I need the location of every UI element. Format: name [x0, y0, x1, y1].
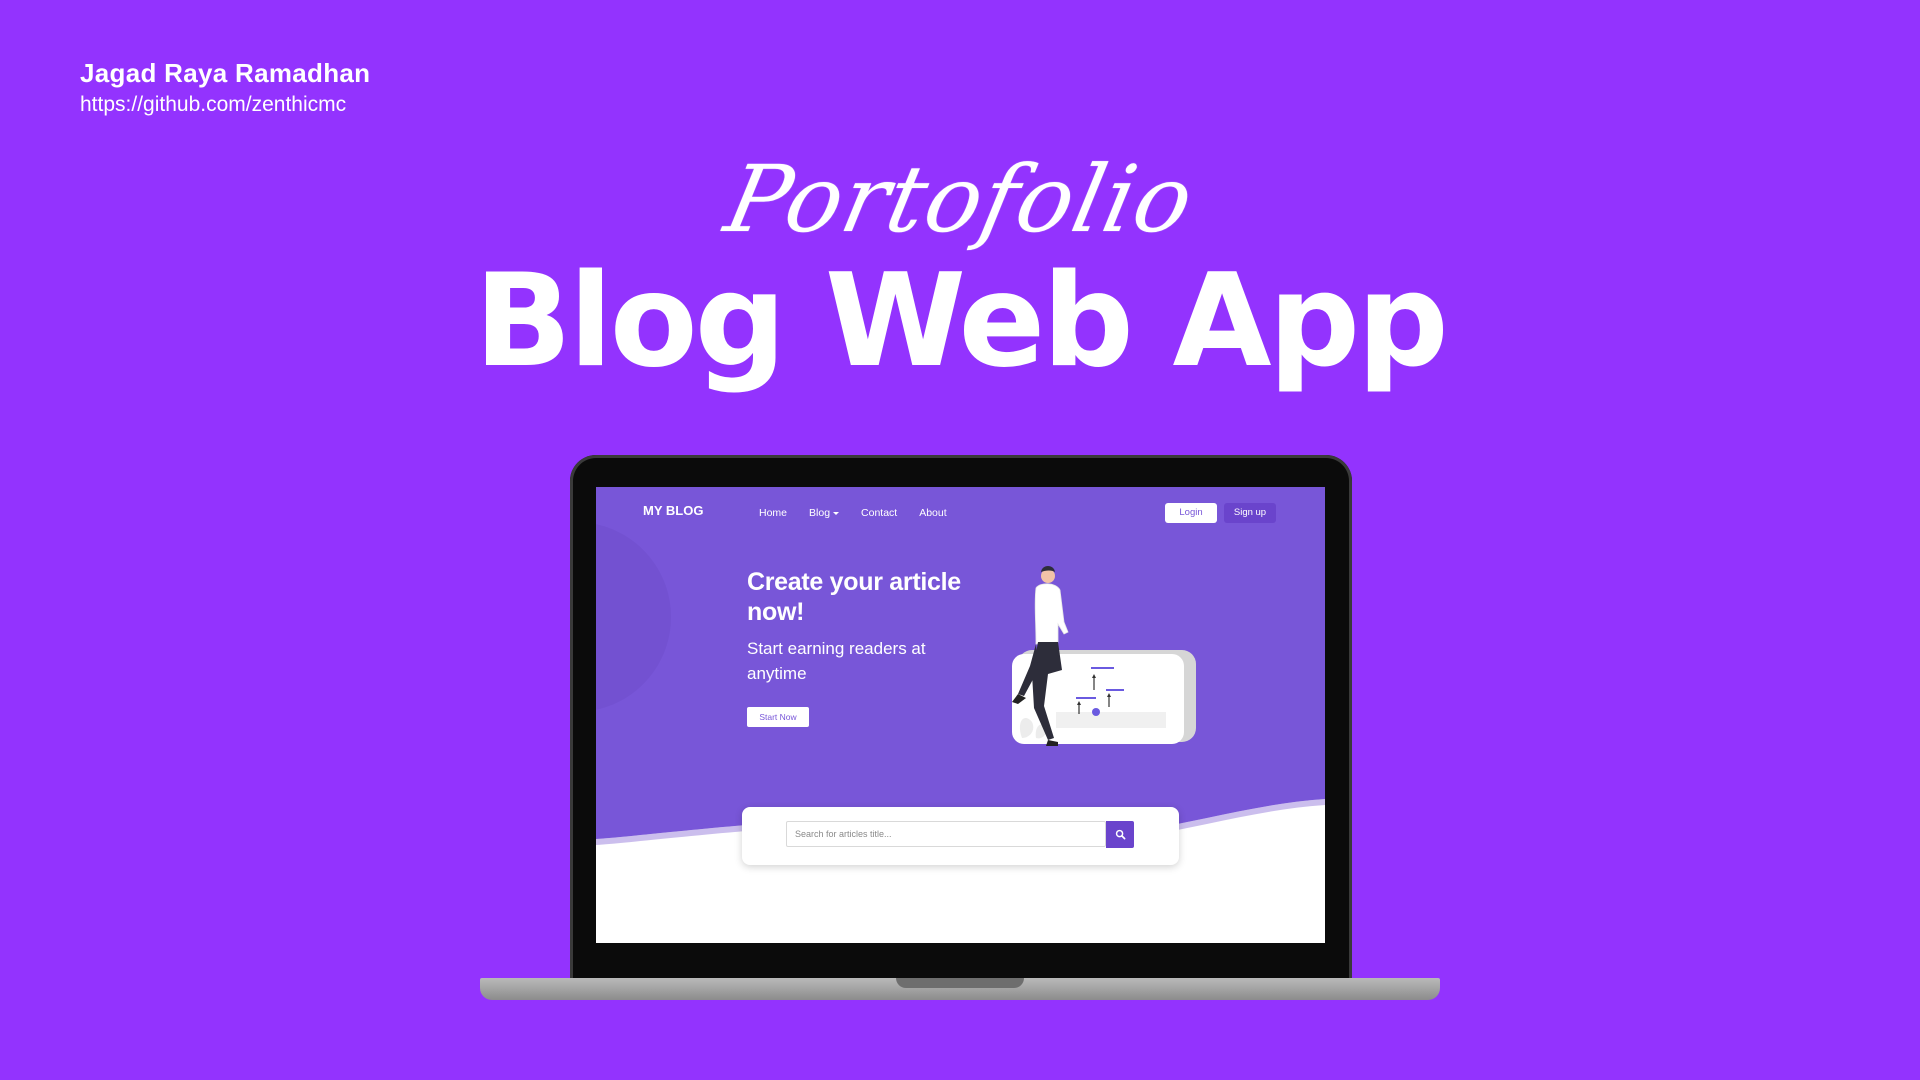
laptop-notch [896, 978, 1024, 988]
nav-blog-label: Blog [809, 507, 831, 519]
nav-blog-dropdown[interactable]: Blog [809, 507, 840, 519]
app-brand-logo[interactable]: MY BLOG [643, 503, 703, 518]
search-button[interactable] [1106, 821, 1134, 848]
app-navbar: MY BLOG Home Blog Contact About Login Si… [596, 487, 1325, 539]
nav-contact-link[interactable]: Contact [861, 507, 897, 519]
nav-about-link[interactable]: About [919, 507, 946, 519]
signup-button[interactable]: Sign up [1224, 503, 1276, 523]
search-icon [1115, 829, 1125, 840]
login-button[interactable]: Login [1165, 503, 1217, 523]
caret-down-icon [833, 511, 840, 515]
author-block: Jagad Raya Ramadhan https://github.com/z… [80, 56, 370, 120]
search-card [742, 807, 1179, 865]
portfolio-script-title: Portofolio [716, 146, 1204, 253]
hero-subheading: Start earning readers at anytime [747, 639, 926, 683]
nav-links: Home Blog Contact About [759, 507, 947, 519]
main-title: Blog Web App [474, 247, 1449, 396]
search-input[interactable] [786, 821, 1106, 847]
nav-home-link[interactable]: Home [759, 507, 787, 519]
hero-heading: Create your article now! [747, 568, 961, 626]
author-name: Jagad Raya Ramadhan [80, 58, 371, 88]
laptop-screen: MY BLOG Home Blog Contact About Login Si… [596, 487, 1325, 943]
start-now-button[interactable]: Start Now [747, 707, 809, 727]
author-github-link[interactable]: https://github.com/zenthicmc [80, 90, 370, 120]
hero-background [596, 487, 1325, 943]
person-with-chart-illustration [1012, 566, 1196, 746]
